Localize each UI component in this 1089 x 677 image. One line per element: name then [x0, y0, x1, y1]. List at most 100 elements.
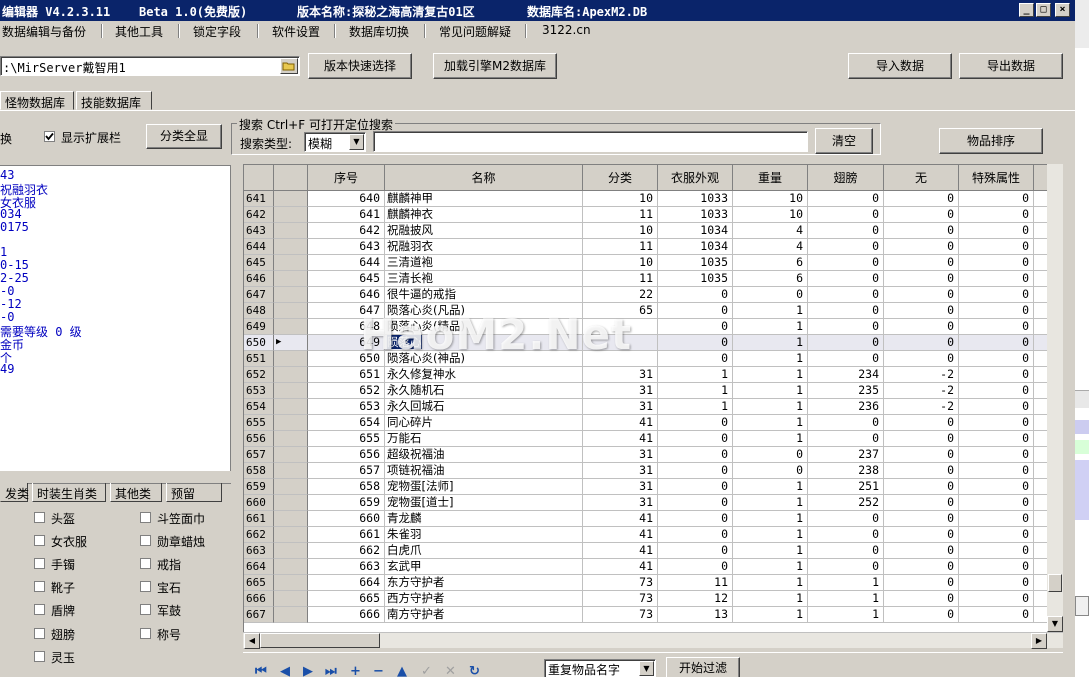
grid-cell[interactable]: 0 — [808, 191, 884, 207]
grid-cell[interactable]: 0 — [884, 303, 959, 319]
delete-record-icon[interactable]: − — [373, 664, 384, 677]
grid-cell[interactable]: 6 — [733, 255, 808, 271]
grid-cell[interactable]: 11 — [583, 207, 658, 223]
vertical-scrollbar[interactable]: ▼ — [1047, 164, 1063, 632]
grid-cell[interactable]: 0 — [959, 207, 1034, 223]
grid-cell[interactable]: 0 — [959, 527, 1034, 543]
item-name-cell[interactable]: 三清道袍 — [385, 255, 583, 271]
grid-cell[interactable]: 642 — [308, 223, 385, 239]
grid-cell[interactable]: 0 — [733, 287, 808, 303]
grid-cell[interactable]: 0 — [884, 335, 959, 351]
grid-cell[interactable]: 663 — [308, 559, 385, 575]
grid-cell[interactable]: 11 — [658, 575, 733, 591]
tab-category-2[interactable]: 其他类 — [110, 483, 162, 502]
grid-cell[interactable]: 0 — [884, 559, 959, 575]
tab-monster-db[interactable]: 怪物数据库 — [0, 91, 74, 110]
item-name-cell[interactable]: 西方守护者 — [385, 591, 583, 607]
grid-cell[interactable]: 1035 — [658, 255, 733, 271]
grid-cell[interactable]: 0 — [808, 223, 884, 239]
tab-category-3[interactable]: 预留 — [166, 483, 222, 502]
grid-cell[interactable]: 1 — [733, 591, 808, 607]
grid-cell[interactable]: 235 — [808, 383, 884, 399]
grid-cell[interactable]: 0 — [959, 399, 1034, 415]
grid-cell[interactable]: 12 — [658, 591, 733, 607]
grid-cell[interactable]: 237 — [808, 447, 884, 463]
grid-cell[interactable]: 0 — [658, 447, 733, 463]
grid-cell[interactable]: 0 — [959, 415, 1034, 431]
grid-cell[interactable]: 649 — [308, 335, 385, 351]
grid-cell[interactable]: 0 — [808, 335, 884, 351]
grid-cell[interactable]: 0 — [658, 527, 733, 543]
grid-cell[interactable]: 1 — [733, 399, 808, 415]
show-ext-bar-checkbox[interactable] — [44, 131, 55, 142]
grid-cell[interactable]: 1 — [733, 511, 808, 527]
horizontal-scrollbar[interactable]: ◀ ▶ — [243, 632, 1063, 649]
grid-cell[interactable]: 10 — [583, 191, 658, 207]
grid-cell[interactable]: 661 — [308, 527, 385, 543]
first-record-icon[interactable]: ⏮ — [255, 664, 267, 677]
scroll-right-icon[interactable]: ▶ — [1031, 633, 1047, 649]
grid-cell[interactable]: 0 — [959, 511, 1034, 527]
grid-cell[interactable]: 41 — [583, 431, 658, 447]
filter-type-select[interactable]: 重复物品名字 ▼ — [544, 659, 656, 677]
grid-cell[interactable]: 665 — [308, 591, 385, 607]
menu-data-edit-backup[interactable]: 数据编辑与备份 — [2, 23, 86, 40]
grid-cell[interactable]: 0 — [959, 239, 1034, 255]
grid-cell[interactable]: 0 — [959, 559, 1034, 575]
grid-cell[interactable]: 0 — [884, 463, 959, 479]
grid-cell[interactable]: 0 — [658, 559, 733, 575]
item-name-cell[interactable]: 三清长袍 — [385, 271, 583, 287]
menu-lock-fields[interactable]: 锁定字段 — [193, 23, 241, 40]
grid-cell[interactable]: 1 — [808, 591, 884, 607]
grid-cell[interactable]: 657 — [308, 463, 385, 479]
grid-cell[interactable]: 653 — [308, 399, 385, 415]
grid-cell[interactable]: 640 — [308, 191, 385, 207]
grid-cell[interactable]: 658 — [308, 479, 385, 495]
show-all-categories-button[interactable]: 分类全显 — [146, 124, 222, 149]
category-checkbox[interactable] — [140, 512, 151, 523]
grid-cell[interactable]: 0 — [884, 207, 959, 223]
grid-cell[interactable]: 0 — [884, 255, 959, 271]
next-record-icon[interactable]: ▶ — [303, 664, 313, 677]
vertical-scroll-thumb[interactable] — [1048, 574, 1062, 592]
grid-cell[interactable]: 0 — [808, 207, 884, 223]
grid-cell[interactable]: 10 — [583, 255, 658, 271]
grid-cell[interactable]: 234 — [808, 367, 884, 383]
grid-cell[interactable]: 4 — [733, 223, 808, 239]
path-input[interactable]: :\MirServer戴智用1 — [0, 56, 300, 76]
grid-cell[interactable]: 73 — [583, 607, 658, 623]
grid-cell[interactable]: 0 — [959, 591, 1034, 607]
grid-cell[interactable]: 0 — [959, 479, 1034, 495]
category-checkbox[interactable] — [34, 535, 45, 547]
grid-cell[interactable]: 0 — [884, 447, 959, 463]
grid-cell[interactable]: 0 — [884, 607, 959, 623]
grid-cell[interactable]: 0 — [658, 335, 733, 351]
grid-cell[interactable]: 0 — [959, 191, 1034, 207]
grid-cell[interactable]: 1 — [733, 351, 808, 367]
grid-cell[interactable]: 0 — [658, 351, 733, 367]
grid-cell[interactable]: 238 — [808, 463, 884, 479]
grid-cell[interactable]: 0 — [884, 511, 959, 527]
load-engine-db-button[interactable]: 加载引擎M2数据库 — [433, 53, 557, 79]
grid-cell[interactable]: 1 — [733, 479, 808, 495]
category-checkbox[interactable] — [34, 627, 45, 639]
grid-cell[interactable]: -2 — [884, 383, 959, 399]
column-header[interactable]: 序号 — [308, 165, 385, 191]
grid-cell[interactable]: 31 — [583, 367, 658, 383]
grid-cell[interactable]: 0 — [884, 479, 959, 495]
grid-cell[interactable]: 0 — [733, 447, 808, 463]
search-input[interactable] — [373, 131, 808, 152]
item-name-cell[interactable]: 白虎爪 — [385, 543, 583, 559]
close-icon[interactable]: × — [1055, 3, 1070, 17]
insert-record-icon[interactable]: + — [350, 664, 361, 677]
grid-cell[interactable]: 10 — [733, 207, 808, 223]
grid-cell[interactable]: 0 — [808, 559, 884, 575]
tab-category-1[interactable]: 时装生肖类 — [32, 483, 106, 502]
grid-cell[interactable]: 0 — [959, 255, 1034, 271]
cancel-edit-icon[interactable]: ✕ — [445, 664, 456, 677]
grid-cell[interactable]: 4 — [733, 239, 808, 255]
column-header[interactable]: 分类 — [583, 165, 658, 191]
grid-cell[interactable]: 0 — [808, 527, 884, 543]
grid-cell[interactable]: 0 — [658, 479, 733, 495]
column-header[interactable]: 无 — [884, 165, 959, 191]
